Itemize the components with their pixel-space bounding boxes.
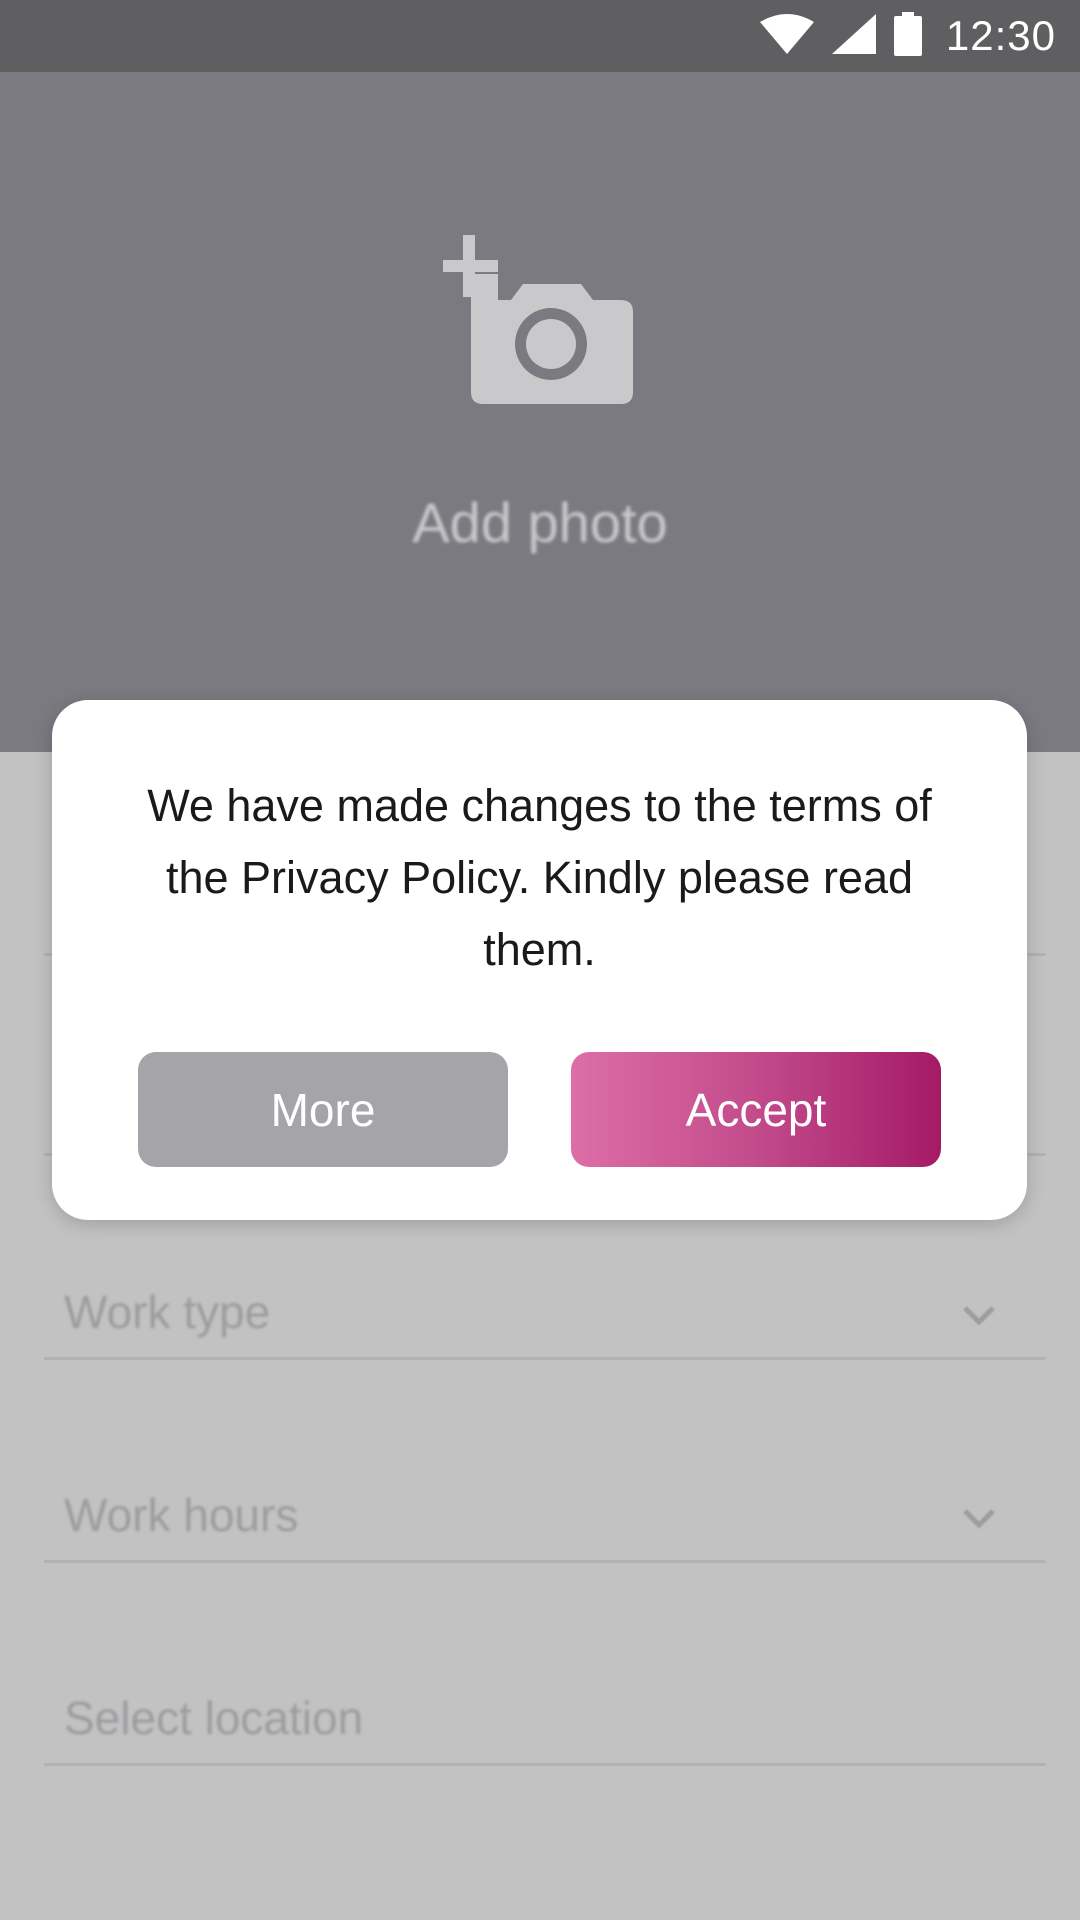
add-photo-label: Add photo [412, 491, 668, 554]
battery-icon [893, 11, 922, 61]
accept-button[interactable]: Accept [571, 1052, 941, 1167]
chevron-down-icon[interactable] [962, 1305, 996, 1327]
work-type-label: Work type [64, 1286, 271, 1338]
add-photo-area[interactable]: Add photo [0, 72, 1080, 752]
status-icons: 12:30 [759, 0, 1056, 72]
add-photo-camera-icon[interactable] [443, 232, 638, 412]
privacy-policy-dialog: We have made changes to the terms of the… [52, 700, 1027, 1220]
work-hours-select[interactable]: Work hours [44, 1450, 1046, 1563]
more-button[interactable]: More [138, 1052, 508, 1167]
status-bar: 12:30 [0, 0, 1080, 72]
chevron-down-icon[interactable] [962, 1508, 996, 1530]
status-time: 12:30 [945, 12, 1056, 59]
screen: 12:30 Add photo Work type Work hours Sel… [0, 0, 1080, 1920]
select-location-field[interactable]: Select location [44, 1653, 1046, 1766]
work-hours-label: Work hours [64, 1489, 299, 1541]
wifi-icon [759, 13, 814, 59]
dialog-message: We have made changes to the terms of the… [147, 780, 932, 975]
cell-signal-icon [831, 13, 876, 59]
work-type-select[interactable]: Work type [44, 1247, 1046, 1360]
select-location-label: Select location [64, 1692, 364, 1744]
